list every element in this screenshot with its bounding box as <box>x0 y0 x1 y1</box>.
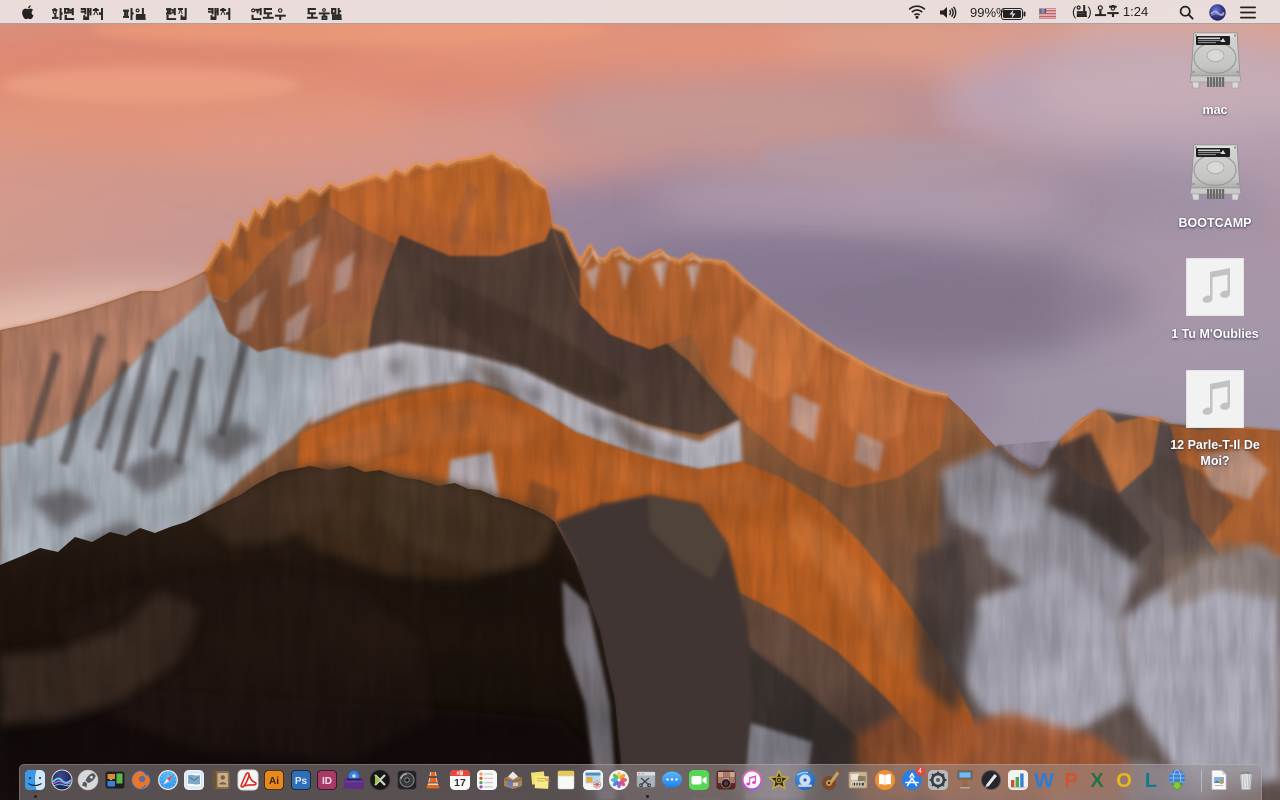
svg-text:W: W <box>1034 770 1054 792</box>
svg-text:Mem: Mem <box>545 777 551 782</box>
svg-text:L: L <box>1144 770 1156 791</box>
svg-text:Ai: Ai <box>269 776 279 787</box>
svg-text:Ps: Ps <box>294 776 307 787</box>
svg-text:6월: 6월 <box>457 770 464 777</box>
svg-text:X: X <box>1091 770 1105 791</box>
svg-text:O: O <box>1116 770 1132 791</box>
svg-text:17: 17 <box>454 777 466 789</box>
svg-text:ID: ID <box>322 776 332 787</box>
svg-text:P: P <box>1064 770 1077 791</box>
